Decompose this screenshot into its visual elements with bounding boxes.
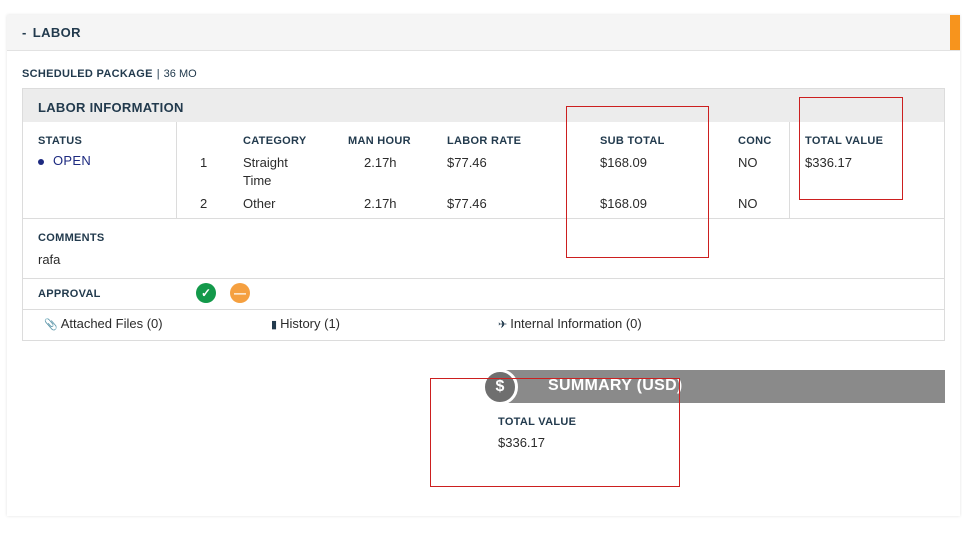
package-label: SCHEDULED PACKAGE [22,68,153,80]
status-header: STATUS [38,135,83,147]
labor-collapse-toggle[interactable]: - LABOR [22,25,81,40]
history-label: History (1) [280,316,341,331]
section-title: LABOR [32,25,81,40]
man-hour-header: MAN HOUR [348,135,411,147]
airplane-icon: ✈ [498,319,508,331]
row-number: 2 [200,196,208,211]
minus-circle-icon[interactable]: — [230,283,250,303]
attached-files-link[interactable]: 📎 Attached Files (0) [44,316,163,331]
total-divider [789,122,790,218]
approval-label: APPROVAL [38,288,101,300]
row-category-line2: Time [243,173,272,188]
package-separator: | [156,68,160,80]
category-header: CATEGORY [243,135,307,147]
divider [23,309,944,310]
book-icon: ▮ [271,319,278,331]
highlight-box-summary [430,378,680,487]
collapse-dash-icon: - [22,25,27,40]
labor-section-header[interactable]: - LABOR [7,15,960,51]
row-man-hour: 2.17h [364,196,397,211]
package-value: 36 MO [163,68,197,80]
highlight-box-total [799,97,903,200]
row-labor-rate: $77.46 [447,196,487,211]
internal-information-link[interactable]: ✈ Internal Information (0) [498,316,642,331]
row-category-line1: Straight [243,155,288,170]
attached-files-label: Attached Files (0) [60,316,163,331]
comments-value: rafa [38,252,61,267]
conc-header: CONC [738,135,772,147]
labor-info-title: LABOR INFORMATION [38,100,184,115]
check-circle-icon[interactable]: ✓ [196,283,216,303]
status-divider [176,122,177,218]
labor-rate-header: LABOR RATE [447,135,522,147]
row-conc: NO [738,196,758,211]
scheduled-package-line: SCHEDULED PACKAGE | 36 MO [22,68,197,80]
row-number: 1 [200,155,208,170]
status-dot-icon [38,159,44,165]
highlight-box-subtotal [566,106,709,258]
divider [23,218,944,219]
history-link[interactable]: ▮ History (1) [271,316,340,331]
row-conc: NO [738,155,758,170]
divider [23,278,944,279]
paperclip-icon: 📎 [44,319,58,331]
status-value[interactable]: OPEN [53,153,91,168]
row-category: Other [243,196,276,211]
internal-information-label: Internal Information (0) [510,316,642,331]
row-man-hour: 2.17h [364,155,397,170]
accent-bar [950,15,960,50]
comments-label: COMMENTS [38,232,105,244]
row-labor-rate: $77.46 [447,155,487,170]
